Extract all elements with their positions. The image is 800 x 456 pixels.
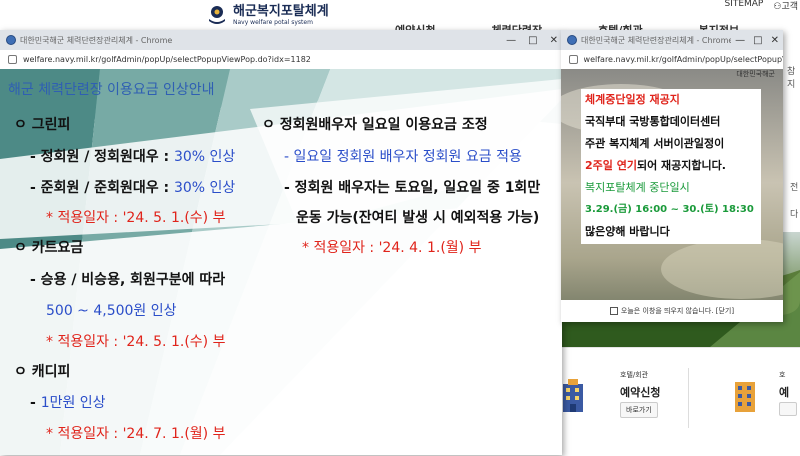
fee-notice-content: 해군 체력단련장 이용요금 인상안내 ㅇ 그린피 - 정회원 / 정회원대우 :… [0,69,562,455]
spouse-title: ㅇ 정회원배우자 일요일 이용요금 조정 [262,117,488,133]
dont-show-today-checkbox[interactable] [609,307,618,315]
cart-line-1: - 승용 / 비승용, 회원구분에 따라 [30,272,226,288]
logo-subtitle: Navy welfare potal system [233,18,313,26]
spouse-line-2: - 정회원 배우자는 토요일, 일요일 중 1회만 [284,180,541,196]
quick-card-title: 예약신청 [620,386,661,399]
quick-menu: 호텔/회관 예약신청 바로가기 호 예 [560,347,800,456]
popup2-address-bar[interactable]: welfare.navy.mil.kr/golfAdmin/popUp/sele… [561,50,783,70]
greenfee-line-1-label: - 정회원 / 정회원대우 : [30,149,174,165]
navy-favicon-icon [6,35,16,45]
greenfee-title: ㅇ 그린피 [14,117,71,133]
popup-titlebar[interactable]: 대한민국해군 체력단련장관리체계 - Chrome — □ ✕ [0,30,562,50]
popup-url: welfare.navy.mil.kr/golfAdmin/popUp/sele… [23,55,311,64]
spouse-line-1: - 일요일 정회원 배우자 정회원 요금 적용 [284,149,522,165]
cart-title: ㅇ 카트요금 [14,240,84,256]
caddie-line-1-dash: - [30,395,41,411]
greenfee-line-2: - 준회원 / 준회원대우 : 30% 인상 [30,179,235,197]
dont-show-today-label[interactable]: 오늘은 이창을 띄우지 않습니다. [닫기] [621,306,734,316]
caddie-line-1: - 1만원 인상 [30,394,106,412]
quick-card-sub: 호 [779,371,786,379]
notice-line-3: 2주일 연기되어 재공지합니다. [585,159,726,173]
notice-subtitle: 복지포탈체계 중단일시 [585,181,690,194]
quick-card-sub: 호텔/회관 [620,371,649,379]
building-icon [735,382,755,412]
navy-emblem-icon [209,6,225,24]
caddie-date: * 적용일자 : '24. 7. 1.(월) 부 [46,426,226,442]
navy-favicon-icon [567,35,577,45]
maximize-icon[interactable]: □ [528,35,537,46]
greenfee-date: * 적용일자 : '24. 5. 1.(수) 부 [46,210,226,226]
system-notice-popup-window: 대한민국해군 체력단련장관리체계 - Chrome — □ ✕ welfare.… [561,30,783,322]
customer-link[interactable]: ⚇고객 [773,0,798,12]
notice-period: 3.29.(금) 16:00 ~ 30.(토) 18:30 [585,204,754,215]
greenfee-line-1-value: 30% 인상 [173,149,236,165]
navy-ribbon-text: 대한민국해군 [736,70,775,78]
spouse-line-3: 운동 가능(잔여티 발생 시 예외적용 가능) [296,210,540,226]
cart-date: * 적용일자 : '24. 5. 1.(수) 부 [46,334,226,350]
popup2-titlebar[interactable]: 대한민국해군 체력단련장관리체계 - Chrome — □ ✕ [561,30,783,50]
popup-window-title: 대한민국해군 체력단련장관리체계 - Chrome [20,35,173,45]
popup2-window-title: 대한민국해군 체력단련장관리체계 - Chrome [581,35,731,45]
quick-card-title: 예 [779,386,790,399]
popup2-url: welfare.navy.mil.kr/golfAdmin/popUp/sele… [583,55,783,64]
quick-card-2[interactable]: 호 예 [732,362,800,432]
caddie-title: ㅇ 캐디피 [14,364,71,380]
quick-divider [688,368,689,428]
side-text-3: 다 [790,210,799,220]
building-icon [563,379,583,412]
quick-card-go-button[interactable] [779,402,797,416]
greenfee-line-2-value: 30% 인상 [173,180,236,196]
quick-card-go-button[interactable]: 바로가기 [620,402,658,418]
customer-link-label: 고객 [781,2,798,12]
greenfee-line-1: - 정회원 / 정회원대우 : 30% 인상 [30,148,235,166]
site-info-icon[interactable] [8,55,17,64]
site-header: 해군복지포탈체계 Navy welfare potal system SITEM… [0,0,800,37]
notice-line-3-rest: 되어 재공지합니다. [636,159,726,172]
maximize-icon[interactable]: □ [753,35,762,46]
notice-title: 체계중단일정 재공지 [585,93,680,106]
close-icon[interactable]: ✕ [550,35,558,46]
top-links: SITEMAP ⚇고객 [724,0,798,12]
fee-notice-popup-window: 대한민국해군 체력단련장관리체계 - Chrome — □ ✕ welfare.… [0,30,562,455]
spouse-date: * 적용일자 : '24. 4. 1.(월) 부 [302,240,482,256]
notice-line-1: 국직부대 국방통합데이터센터 [585,115,721,128]
notice-card: 체계중단일정 재공지 국직부대 국방통합데이터센터 주관 복지체계 서버이관일정… [581,89,761,244]
close-icon[interactable]: ✕ [771,35,779,46]
system-notice-content: 대한민국해군 체계중단일정 재공지 국직부대 국방통합데이터센터 주관 복지체계… [561,69,783,322]
cart-line-2: 500 ~ 4,500원 인상 [46,303,177,319]
notice-closing: 많은양해 바랍니다 [585,225,670,238]
notice-heading: 해군 체력단련장 이용요금 인상안내 [8,82,215,98]
notice-delay-highlight: 2주일 연기 [585,159,637,172]
notice-line-2: 주관 복지체계 서버이관일정이 [585,137,725,150]
sitemap-link[interactable]: SITEMAP [724,0,763,12]
side-text-2: 전 [790,183,799,193]
side-text-1: 참지 [787,67,796,90]
minimize-icon[interactable]: — [735,35,745,46]
popup-address-bar[interactable]: welfare.navy.mil.kr/golfAdmin/popUp/sele… [0,50,562,70]
site-logo[interactable]: 해군복지포탈체계 Navy welfare potal system [205,3,329,27]
logo-title: 해군복지포탈체계 [233,3,329,19]
caddie-line-1-value: 1만원 인상 [40,395,106,411]
greenfee-line-2-label: - 준회원 / 준회원대우 : [30,180,174,196]
site-info-icon[interactable] [569,55,578,64]
minimize-icon[interactable]: — [506,35,516,46]
popup2-footer: 오늘은 이창을 띄우지 않습니다. [닫기] [561,300,783,322]
